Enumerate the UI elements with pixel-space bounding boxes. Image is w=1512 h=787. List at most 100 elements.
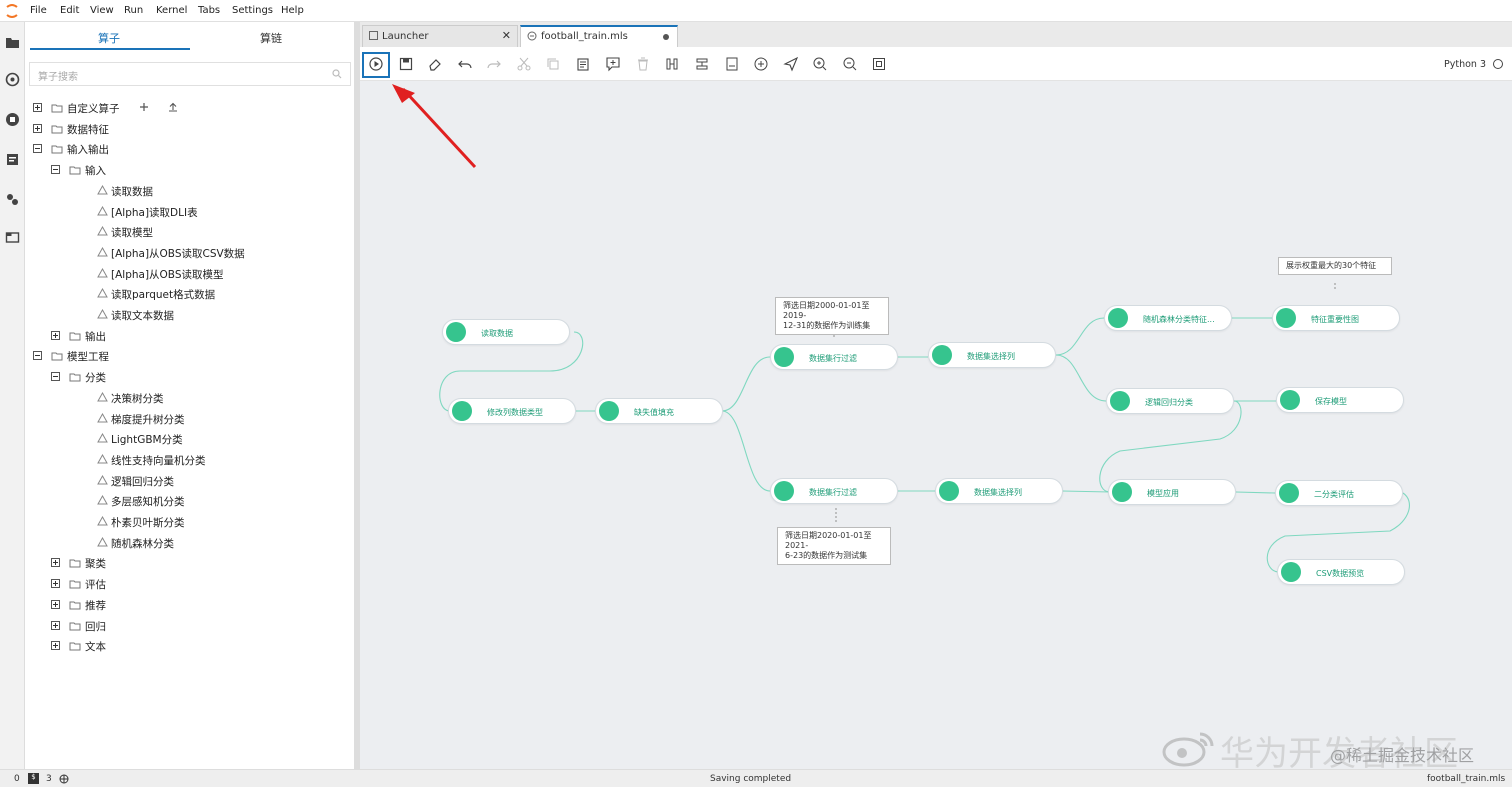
save-button[interactable] xyxy=(398,56,414,72)
node-select-columns-train[interactable]: 数据集选择列 xyxy=(928,342,1056,368)
align-horizontal-button[interactable] xyxy=(664,56,680,72)
expand-icon[interactable] xyxy=(51,620,60,630)
tree-operator[interactable]: 决策树分类 xyxy=(25,388,345,408)
node-logistic-regression[interactable]: 逻辑回归分类 xyxy=(1106,388,1234,414)
expand-icon[interactable] xyxy=(33,123,42,133)
paste-button[interactable] xyxy=(575,56,591,72)
tab-operators[interactable]: 算子 xyxy=(98,30,120,46)
tree-folder[interactable]: 文本 xyxy=(25,636,345,656)
collapse-icon[interactable] xyxy=(51,372,60,382)
tree-folder[interactable]: 聚类 xyxy=(25,553,345,573)
copy-button[interactable] xyxy=(545,56,561,72)
tree-folder[interactable]: 输入输出 xyxy=(25,139,345,159)
menu-settings[interactable]: Settings xyxy=(232,5,273,16)
node-binary-evaluation[interactable]: 二分类评估 xyxy=(1275,480,1403,506)
tree-operator[interactable]: 读取数据 xyxy=(25,181,345,201)
add-icon[interactable] xyxy=(139,102,149,112)
tree-operator[interactable]: 朴素贝叶斯分类 xyxy=(25,512,345,532)
redo-button[interactable] xyxy=(486,56,502,72)
tree-operator[interactable]: 梯度提升树分类 xyxy=(25,409,345,429)
menu-edit[interactable]: Edit xyxy=(60,5,79,16)
tree-folder[interactable]: 分类 xyxy=(25,367,345,387)
unsaved-dot-icon[interactable] xyxy=(663,34,669,40)
node-change-column-type[interactable]: 修改列数据类型 xyxy=(448,398,576,424)
node-read-data[interactable]: 读取数据 xyxy=(442,319,570,345)
fit-view-button[interactable] xyxy=(871,56,887,72)
collapse-icon[interactable] xyxy=(51,165,60,175)
tree-folder[interactable]: 数据特征 xyxy=(25,119,345,139)
tree-operator[interactable]: 随机森林分类 xyxy=(25,533,345,553)
commands-icon[interactable] xyxy=(5,152,20,167)
tree-folder[interactable]: 自定义算子 xyxy=(25,98,345,118)
menu-run[interactable]: Run xyxy=(124,5,143,16)
tree-folder[interactable]: 模型工程 xyxy=(25,346,345,366)
tree-folder[interactable]: 推荐 xyxy=(25,595,345,615)
delete-button[interactable] xyxy=(635,56,651,72)
tree-operator[interactable]: LightGBM分类 xyxy=(25,429,345,449)
tree-operator[interactable]: 读取文本数据 xyxy=(25,305,345,325)
tree-operator[interactable]: [Alpha]从OBS读取模型 xyxy=(25,264,345,284)
menu-kernel[interactable]: Kernel xyxy=(156,5,187,16)
send-button[interactable] xyxy=(783,56,799,72)
expand-icon[interactable] xyxy=(33,103,42,112)
menu-file[interactable]: File xyxy=(30,5,47,16)
tree-folder[interactable]: 回归 xyxy=(25,616,345,636)
tree-operator[interactable]: 多层感知机分类 xyxy=(25,491,345,511)
menu-tabs[interactable]: Tabs xyxy=(198,5,220,16)
tree-operator[interactable]: [Alpha]读取DLI表 xyxy=(25,202,345,222)
eraser-button[interactable] xyxy=(427,56,443,72)
node-row-filter-test[interactable]: 数据集行过滤 xyxy=(770,478,898,504)
note-top-features[interactable]: 展示权重最大的30个特征 xyxy=(1278,257,1392,275)
note-train-filter[interactable]: 筛选日期2000-01-01至2019- 12-31的数据作为训练集 xyxy=(775,297,889,335)
upload-icon[interactable] xyxy=(168,102,178,112)
expand-icon[interactable] xyxy=(51,599,60,609)
tabs-icon[interactable] xyxy=(5,230,20,245)
tree-folder[interactable]: 输出 xyxy=(25,326,345,346)
tree-operator[interactable]: 读取parquet格式数据 xyxy=(25,284,345,304)
close-icon[interactable]: ✕ xyxy=(502,29,511,42)
collapse-icon[interactable] xyxy=(33,351,42,361)
collapse-icon[interactable] xyxy=(33,144,42,154)
cut-button[interactable] xyxy=(516,56,532,72)
gear-icon[interactable] xyxy=(5,192,20,207)
node-fill-missing[interactable]: 缺失值填充 xyxy=(595,398,723,424)
node-select-columns-test[interactable]: 数据集选择列 xyxy=(935,478,1063,504)
undo-button[interactable] xyxy=(457,56,473,72)
node-csv-preview[interactable]: CSV数据预览 xyxy=(1277,559,1405,585)
menu-help[interactable]: Help xyxy=(281,5,304,16)
tree-operator[interactable]: 读取模型 xyxy=(25,222,345,242)
expand-icon[interactable] xyxy=(51,330,60,340)
stop-circle-icon[interactable] xyxy=(5,112,20,127)
node-model-apply[interactable]: 模型应用 xyxy=(1108,479,1236,505)
run-button[interactable] xyxy=(368,56,384,72)
expand-icon[interactable] xyxy=(51,558,60,568)
zoom-in-button[interactable] xyxy=(812,56,828,72)
running-icon[interactable] xyxy=(5,72,20,87)
align-vertical-button[interactable] xyxy=(694,56,710,72)
pipeline-canvas[interactable]: 筛选日期2000-01-01至2019- 12-31的数据作为训练集 展示权重最大… xyxy=(360,81,1512,769)
menu-view[interactable]: View xyxy=(90,5,114,16)
tree-operator[interactable]: [Alpha]从OBS读取CSV数据 xyxy=(25,243,345,263)
expand-icon[interactable] xyxy=(51,579,60,589)
node-save-model[interactable]: 保存模型 xyxy=(1276,387,1404,413)
zoom-out-button[interactable] xyxy=(842,56,858,72)
tree-folder[interactable]: 评估 xyxy=(25,574,345,594)
note-test-filter[interactable]: 筛选日期2020-01-01至2021- 6-23的数据作为测试集 xyxy=(777,527,891,565)
tab-launcher[interactable]: Launcher ✕ xyxy=(362,25,518,47)
kernel-icon[interactable] xyxy=(59,774,69,784)
comment-button[interactable] xyxy=(605,56,621,72)
tab-football-train[interactable]: football_train.mls xyxy=(520,25,678,47)
node-feature-importance[interactable]: 特征重要性图 xyxy=(1272,305,1400,331)
terminal-icon[interactable]: $ xyxy=(28,773,39,784)
tree-operator[interactable]: 逻辑回归分类 xyxy=(25,471,345,491)
kernel-name[interactable]: Python 3 xyxy=(1444,59,1486,70)
node-row-filter-train[interactable]: 数据集行过滤 xyxy=(770,344,898,370)
folder-icon[interactable] xyxy=(5,35,20,50)
tab-chains[interactable]: 算链 xyxy=(260,30,282,46)
operator-search-input[interactable]: 算子搜索 xyxy=(29,62,351,86)
python-button[interactable] xyxy=(753,56,769,72)
export-file-button[interactable] xyxy=(724,56,740,72)
tree-folder[interactable]: 输入 xyxy=(25,160,345,180)
node-rf-feature[interactable]: 随机森林分类特征... xyxy=(1104,305,1232,331)
expand-icon[interactable] xyxy=(51,641,60,651)
